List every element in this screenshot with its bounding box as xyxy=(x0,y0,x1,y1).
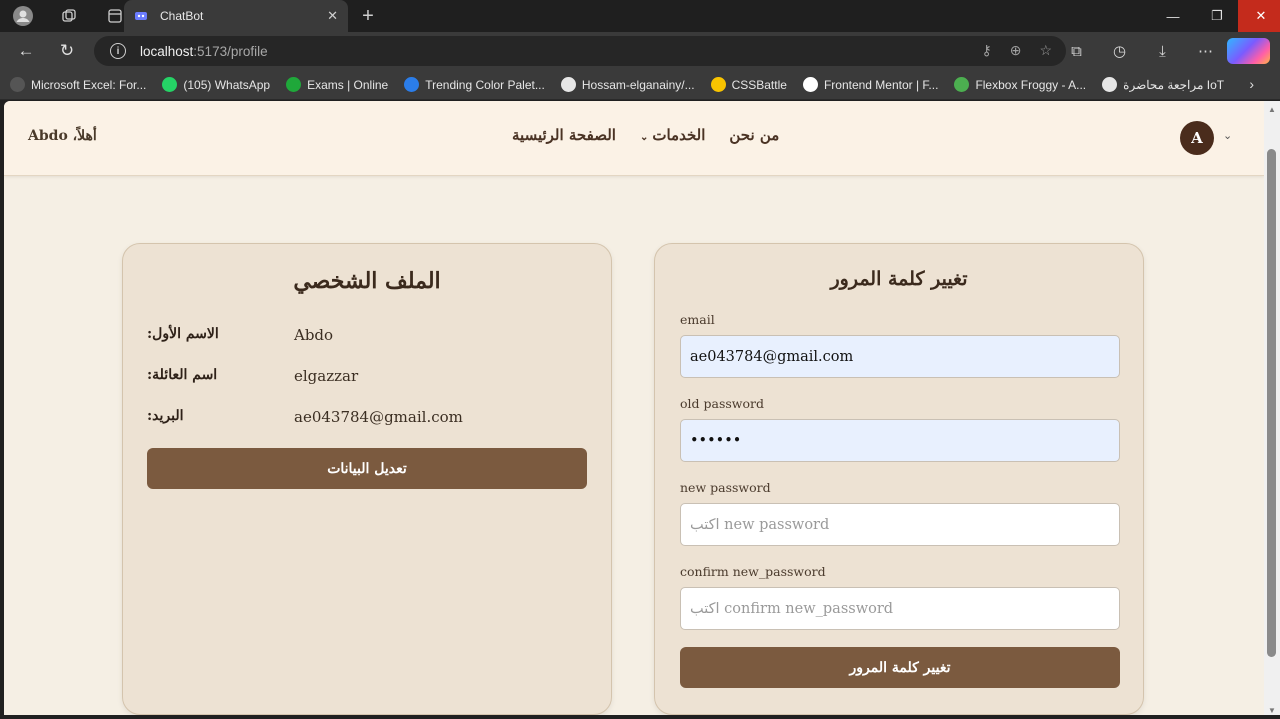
globe-icon xyxy=(10,77,25,92)
confirm-password-field[interactable]: اكتب confirm new_password xyxy=(680,587,1120,630)
profile-icon[interactable] xyxy=(0,0,46,32)
bookmark-label: Exams | Online xyxy=(307,77,389,92)
bookmarks-overflow-icon[interactable]: › xyxy=(1249,76,1254,92)
bookmark-item[interactable]: Microsoft Excel: For... xyxy=(10,77,146,92)
change-password-card: تغيير كلمة المرور email ae043784@gmail.c… xyxy=(654,243,1144,715)
change-password-title: تغيير كلمة المرور xyxy=(830,268,968,290)
bookmark-item[interactable]: (105) WhatsApp xyxy=(162,77,270,92)
copilot-icon[interactable] xyxy=(1227,38,1270,64)
cssbattle-icon xyxy=(710,77,726,92)
last-name-value: elgazzar xyxy=(294,367,359,385)
close-window-icon[interactable]: ✕ xyxy=(1238,0,1280,32)
new-password-field[interactable]: اكتب new password xyxy=(680,503,1120,546)
new-password-label: new password xyxy=(680,480,771,495)
chatbot-favicon-icon xyxy=(134,9,148,23)
check-icon xyxy=(286,77,302,92)
bookmark-label: Frontend Mentor | F... xyxy=(823,77,939,92)
back-icon[interactable]: ← xyxy=(12,38,40,64)
minimize-icon[interactable]: — xyxy=(1150,0,1196,32)
profile-title: الملف الشخصي xyxy=(293,268,441,294)
last-name-label: اسم العائلة: xyxy=(147,367,218,383)
email-field-label: email xyxy=(680,312,715,327)
nav-home[interactable]: الصفحة الرئيسية xyxy=(512,126,616,144)
bookmarks-bar: Microsoft Excel: For... (105) WhatsApp Exa… xyxy=(0,70,1280,100)
old-password-label: old password xyxy=(680,396,764,411)
first-name-row: الاسم الأول: Abdo xyxy=(147,326,587,350)
color-icon xyxy=(404,77,420,92)
scroll-up-icon[interactable]: ▲ xyxy=(1268,105,1276,114)
email-field[interactable]: ae043784@gmail.com xyxy=(680,335,1120,378)
chevron-down-icon: ⌄ xyxy=(639,132,649,143)
whatsapp-icon xyxy=(162,77,178,92)
nav-services[interactable]: ⌄ الخدمات xyxy=(640,126,705,144)
change-password-button[interactable]: تغيير كلمة المرور xyxy=(680,647,1120,688)
confirm-password-label: confirm new_password xyxy=(680,564,826,579)
bookmark-item[interactable]: Flexbox Froggy - A... xyxy=(954,77,1086,92)
zoom-icon[interactable]: ⊕ xyxy=(1010,42,1022,59)
extensions-icon[interactable]: ⧉ xyxy=(1055,38,1098,64)
bookmark-item[interactable]: CSSBattle xyxy=(710,77,787,92)
bookmark-label: (105) WhatsApp xyxy=(183,77,271,92)
bookmark-label: CSSBattle xyxy=(731,77,787,92)
bookmark-item[interactable]: Exams | Online xyxy=(286,77,388,92)
user-avatar[interactable]: A xyxy=(1180,121,1214,155)
bookmark-label: Microsoft Excel: For... xyxy=(31,77,147,92)
tab-title: ChatBot xyxy=(160,9,204,23)
site-header: أهلاً، Abdo الصفحة الرئيسية ⌄ الخدمات من … xyxy=(4,101,1264,176)
first-name-value: Abdo xyxy=(294,326,334,344)
bookmark-item[interactable]: مراجعة محاضرة IoT xyxy=(1102,77,1224,92)
nav-services-label: الخدمات xyxy=(652,126,706,144)
profile-card: الملف الشخصي الاسم الأول: Abdo اسم العائ… xyxy=(122,243,612,715)
avatar-chevron-down-icon[interactable]: ⌄ xyxy=(1223,129,1232,142)
scroll-down-icon[interactable]: ▼ xyxy=(1268,706,1276,715)
github-icon xyxy=(560,77,576,92)
url-host: localhost xyxy=(140,43,194,59)
email-label: البريد: xyxy=(147,408,184,424)
last-name-row: اسم العائلة: elgazzar xyxy=(147,367,587,391)
email-value: ae043784@gmail.com xyxy=(294,408,463,426)
first-name-label: الاسم الأول: xyxy=(147,326,219,342)
bookmark-item[interactable]: Hossam-elganainy/... xyxy=(560,77,695,92)
page-viewport: أهلاً، Abdo الصفحة الرئيسية ⌄ الخدمات من … xyxy=(4,101,1264,715)
bookmark-label: Trending Color Palet... xyxy=(425,77,545,92)
bookmark-label: مراجعة محاضرة IoT xyxy=(1123,77,1225,92)
new-tab-icon[interactable]: + xyxy=(356,4,380,28)
window-bottom-edge xyxy=(0,715,1280,719)
more-menu-icon[interactable]: ⋯ xyxy=(1184,38,1227,64)
tab-chatbot[interactable]: ChatBot ✕ xyxy=(124,0,348,32)
favorite-star-icon[interactable]: ☆ xyxy=(1039,42,1052,59)
history-icon[interactable]: ◷ xyxy=(1098,38,1141,64)
bookmark-item[interactable]: Trending Color Palet... xyxy=(404,77,545,92)
main-nav: الصفحة الرئيسية ⌄ الخدمات من نحن xyxy=(512,126,779,144)
greeting-text: أهلاً، Abdo xyxy=(28,128,97,144)
close-tab-icon[interactable]: ✕ xyxy=(327,8,338,24)
downloads-icon[interactable]: ⤓ xyxy=(1141,38,1184,64)
page-scrollbar[interactable]: ▲ ▼ xyxy=(1264,101,1280,719)
address-bar[interactable]: i localhost:5173/profile ⚷ ⊕ ☆ xyxy=(94,36,1066,66)
refresh-icon[interactable]: ↻ xyxy=(53,38,81,64)
bookmark-item[interactable]: Frontend Mentor | F... xyxy=(802,77,939,92)
frog-icon xyxy=(954,77,970,92)
doc-icon xyxy=(1102,77,1118,92)
fm-icon xyxy=(802,77,818,92)
scrollbar-thumb[interactable] xyxy=(1267,149,1276,657)
email-row: البريد: ae043784@gmail.com xyxy=(147,408,587,432)
old-password-field[interactable]: •••••• xyxy=(680,419,1120,462)
bookmark-label: Hossam-elganainy/... xyxy=(581,77,695,92)
restore-icon[interactable]: ❐ xyxy=(1194,0,1240,32)
key-icon[interactable]: ⚷ xyxy=(981,42,991,59)
url-path: :5173/profile xyxy=(193,43,268,59)
browser-toolbar: ← ↻ i localhost:5173/profile ⚷ ⊕ ☆ ⧉ ◷ ⤓… xyxy=(0,32,1280,70)
workspaces-icon[interactable] xyxy=(46,0,92,32)
bookmark-label: Flexbox Froggy - A... xyxy=(975,77,1087,92)
site-info-icon[interactable]: i xyxy=(110,43,126,59)
edit-profile-button[interactable]: تعديل البيانات xyxy=(147,448,587,489)
nav-about[interactable]: من نحن xyxy=(729,126,779,144)
